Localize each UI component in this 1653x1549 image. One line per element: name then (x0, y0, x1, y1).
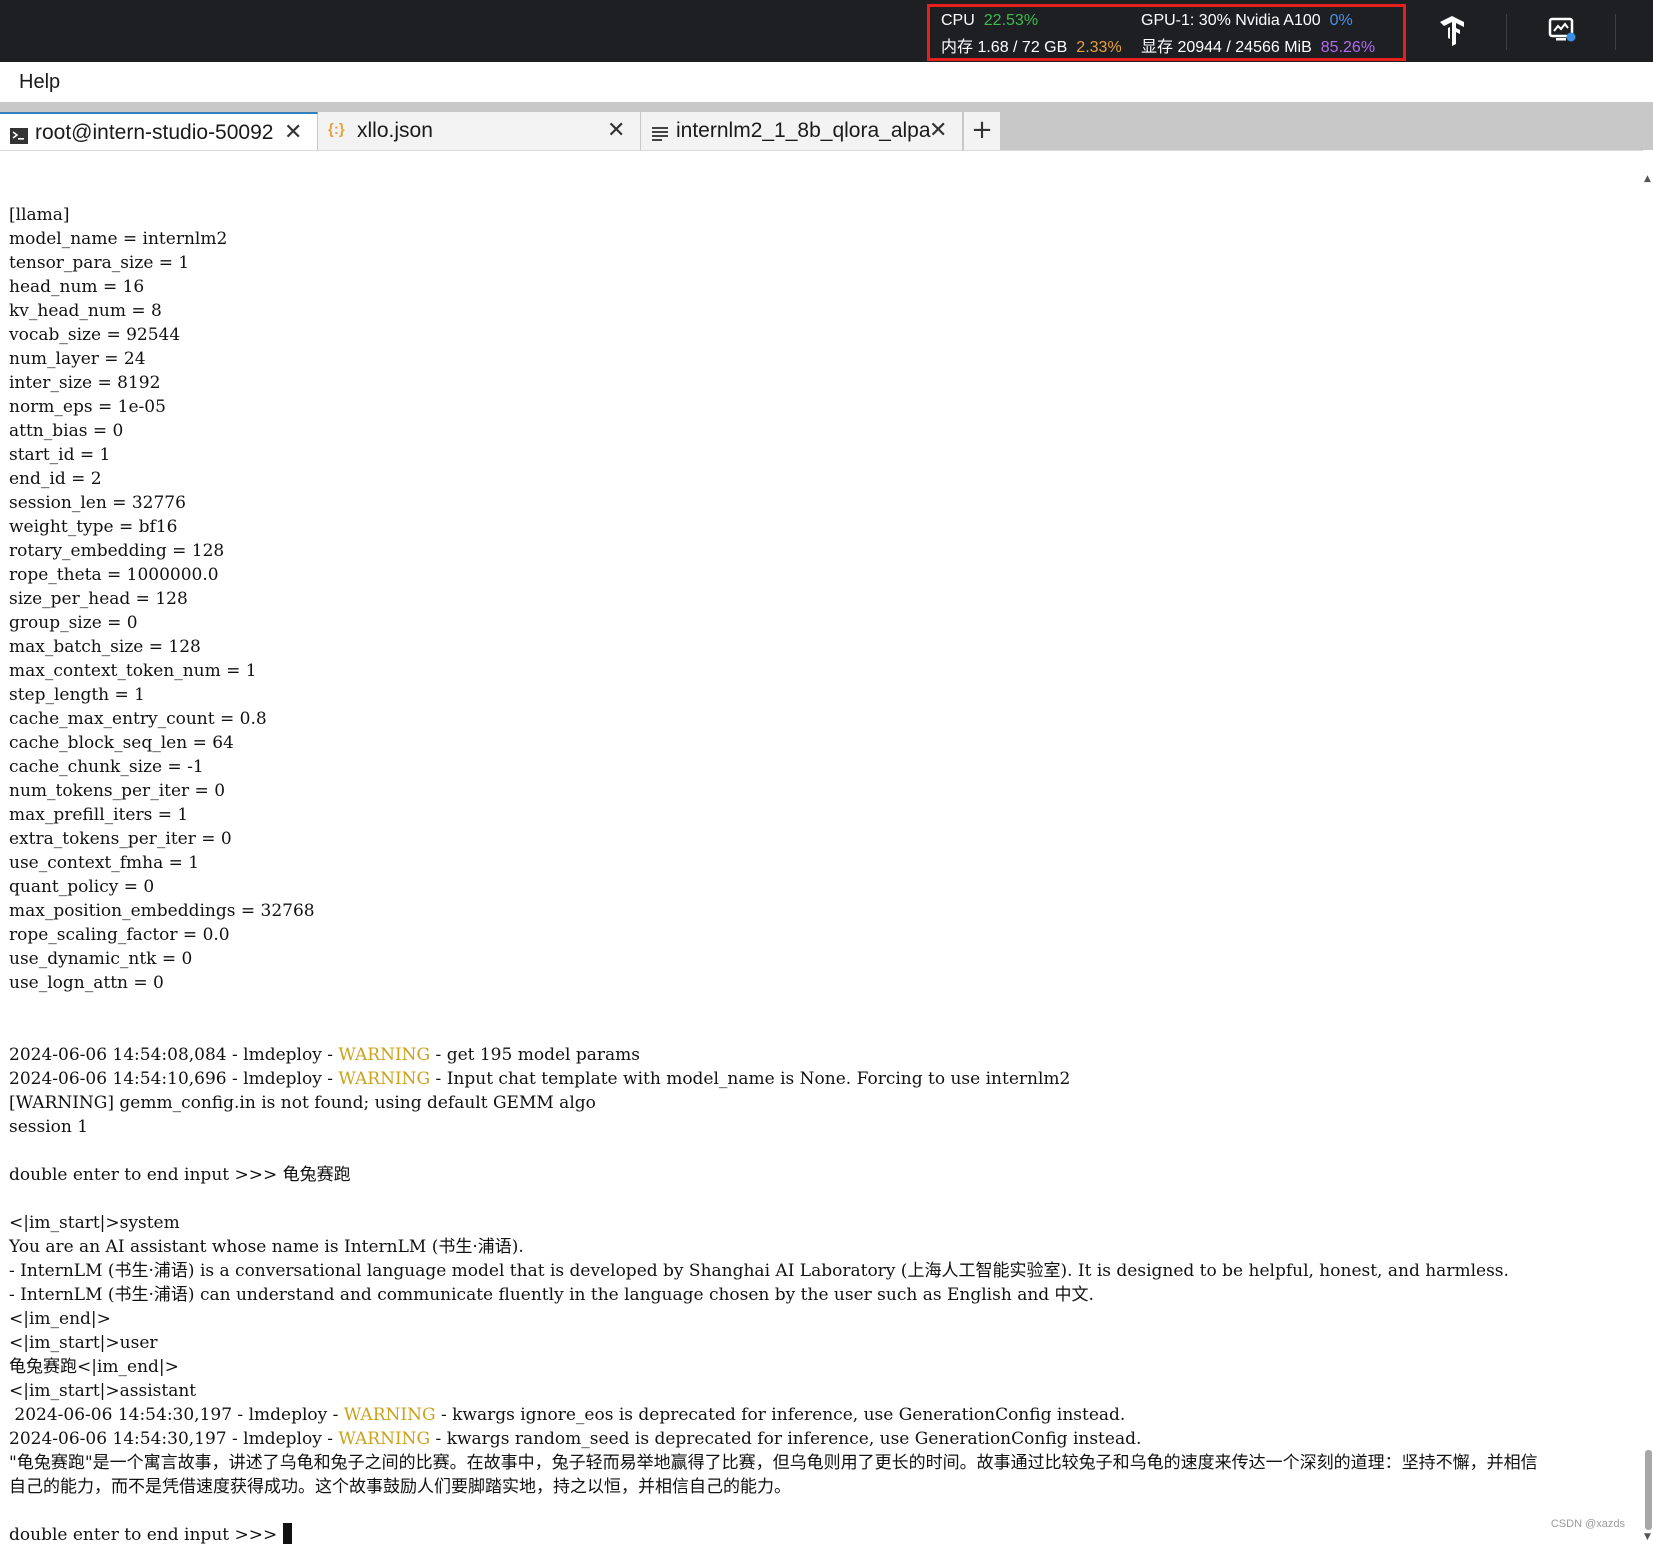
tab-label: xllo.json (357, 119, 433, 142)
terminal-line: session_len = 32776 (9, 493, 186, 513)
terminal-line: 龟兔赛跑<|im_end|> (9, 1357, 179, 1377)
terminal-line: quant_policy = 0 (9, 877, 155, 897)
terminal-line: 2024-06-06 14:54:08,084 - lmdeploy - WAR… (9, 1045, 640, 1065)
scrollbar-thumb[interactable] (1645, 1450, 1652, 1530)
terminal-line: <|im_start|>user (9, 1333, 158, 1353)
terminal-line: You are an AI assistant whose name is In… (9, 1237, 524, 1257)
terminal-line: cache_max_entry_count = 0.8 (9, 709, 267, 729)
tab-label: root@intern-studio-50092 (35, 121, 274, 144)
terminal-line: - InternLM (书生·浦语) is a conversational l… (9, 1261, 1509, 1281)
tab-bar: root@intern-studio-50092 ✕ {:} xllo.json… (0, 102, 1653, 150)
top-status-bar: CPU 22.53% 内存 1.68 / 72 GB 2.33% GPU-1: 30… (0, 0, 1653, 62)
terminal-line: model_name = internlm2 (9, 229, 228, 249)
vram-value: 85.26% (1320, 39, 1376, 56)
terminal-line: step_length = 1 (9, 685, 145, 705)
gpu-label: GPU-1: 30% Nvidia A100 (1141, 12, 1321, 29)
memory-label: 内存 1.68 / 72 GB (941, 39, 1068, 56)
menu-bar: Help (0, 62, 1653, 102)
close-icon[interactable]: ✕ (929, 119, 947, 141)
tab-text-file[interactable]: internlm2_1_8b_qlora_alpa ✕ (641, 112, 963, 150)
terminal-line: max_position_embeddings = 32768 (9, 901, 315, 921)
terminal-line: [WARNING] gemm_config.in is not found; u… (9, 1093, 596, 1113)
terminal-line: double enter to end input >>> 龟兔赛跑 (9, 1165, 351, 1185)
text-file-icon (651, 124, 669, 148)
terminal-line: - InternLM (书生·浦语) can understand and co… (9, 1285, 1094, 1305)
terminal-line: <|im_start|>assistant (9, 1381, 197, 1401)
terminal-line: 2024-06-06 14:54:30,197 - lmdeploy - WAR… (9, 1405, 1126, 1425)
terminal-line: inter_size = 8192 (9, 373, 161, 393)
terminal-line: num_layer = 24 (9, 349, 146, 369)
terminal-line: rope_theta = 1000000.0 (9, 565, 219, 585)
tab-terminal[interactable]: root@intern-studio-50092 ✕ (0, 112, 318, 150)
terminal-line: start_id = 1 (9, 445, 111, 465)
cpu-label: CPU (941, 12, 975, 29)
scroll-down-icon[interactable]: ▼ (1644, 1532, 1651, 1542)
memory-value: 2.33% (1076, 39, 1122, 56)
terminal-line: norm_eps = 1e-05 (9, 397, 166, 417)
terminal-line: max_context_token_num = 1 (9, 661, 257, 681)
memory-stat: 内存 1.68 / 72 GB 2.33% (941, 33, 1122, 57)
gpu-value: 0% (1329, 12, 1353, 29)
tab-json-file[interactable]: {:} xllo.json ✕ (318, 112, 641, 150)
terminal-line: use_logn_attn = 0 (9, 973, 164, 993)
tensorflow-icon[interactable] (1436, 14, 1468, 46)
terminal-line: size_per_head = 128 (9, 589, 188, 609)
terminal-line: session 1 (9, 1117, 89, 1137)
gpu-stat: GPU-1: 30% Nvidia A100 0% (1141, 12, 1353, 30)
menu-help[interactable]: Help (19, 71, 60, 94)
terminal-line: 2024-06-06 14:54:30,197 - lmdeploy - WAR… (9, 1429, 1142, 1449)
cpu-value: 22.53% (983, 12, 1039, 29)
terminal-line: cache_block_seq_len = 64 (9, 733, 234, 753)
terminal-line: "龟兔赛跑"是一个寓言故事，讲述了乌龟和兔子之间的比赛。在故事中，兔子轻而易举地… (9, 1453, 1538, 1473)
terminal-line: max_batch_size = 128 (9, 637, 201, 657)
terminal-line: tensor_para_size = 1 (9, 253, 190, 273)
terminal-line: cache_chunk_size = -1 (9, 757, 204, 777)
json-icon: {:} (328, 121, 345, 138)
terminal-line: 自己的能力，而不是凭借速度获得成功。这个故事鼓励人们要脚踏实地，持之以恒，并相信… (9, 1477, 791, 1497)
text-cursor (282, 1523, 292, 1544)
toolbar-divider (1615, 14, 1616, 50)
terminal-line: group_size = 0 (9, 613, 138, 633)
watermark: CSDN @xazds (1550, 1518, 1625, 1530)
terminal-line: [llama] (9, 205, 70, 225)
cpu-stat: CPU 22.53% (941, 12, 1038, 30)
warning-label: WARNING (343, 1405, 436, 1425)
terminal-text: [llama] model_name = internlm2 tensor_pa… (9, 203, 1538, 1547)
terminal-line: use_context_fmha = 1 (9, 853, 200, 873)
terminal-line: num_tokens_per_iter = 0 (9, 781, 226, 801)
warning-label: WARNING (338, 1429, 431, 1449)
terminal-line: 2024-06-06 14:54:10,696 - lmdeploy - WAR… (9, 1069, 1071, 1089)
terminal-icon (10, 126, 28, 150)
vram-stat: 显存 20944 / 24566 MiB 85.26% (1141, 33, 1375, 57)
vram-label: 显存 20944 / 24566 MiB (1141, 39, 1312, 56)
tab-label: internlm2_1_8b_qlora_alpa (676, 119, 931, 142)
terminal-line: extra_tokens_per_iter = 0 (9, 829, 232, 849)
add-tab-button[interactable]: + (964, 112, 1000, 150)
close-icon[interactable]: ✕ (607, 119, 625, 141)
terminal-line: <|im_start|>system (9, 1213, 180, 1233)
terminal-line: double enter to end input >>> (9, 1523, 292, 1545)
warning-label: WARNING (338, 1045, 431, 1065)
toolbar-divider (1506, 14, 1507, 50)
terminal-output[interactable]: [llama] model_name = internlm2 tensor_pa… (0, 150, 1643, 1549)
terminal-line: rotary_embedding = 128 (9, 541, 225, 561)
terminal-line: head_num = 16 (9, 277, 145, 297)
terminal-line: end_id = 2 (9, 469, 102, 489)
close-icon[interactable]: ✕ (284, 121, 302, 143)
terminal-line: rope_scaling_factor = 0.0 (9, 925, 230, 945)
resource-monitor: CPU 22.53% 内存 1.68 / 72 GB 2.33% GPU-1: 30… (927, 4, 1406, 61)
terminal-line: kv_head_num = 8 (9, 301, 162, 321)
terminal-line: weight_type = bf16 (9, 517, 178, 537)
warning-label: WARNING (338, 1069, 431, 1089)
terminal-line: vocab_size = 92544 (9, 325, 181, 345)
vertical-scrollbar[interactable]: ▲ ▼ (1643, 150, 1653, 1548)
terminal-line: max_prefill_iters = 1 (9, 805, 189, 825)
terminal-line: attn_bias = 0 (9, 421, 124, 441)
monitor-icon[interactable] (1546, 14, 1578, 46)
terminal-line: use_dynamic_ntk = 0 (9, 949, 193, 969)
terminal-line: <|im_end|> (9, 1309, 111, 1329)
scroll-up-icon[interactable]: ▲ (1644, 174, 1651, 184)
